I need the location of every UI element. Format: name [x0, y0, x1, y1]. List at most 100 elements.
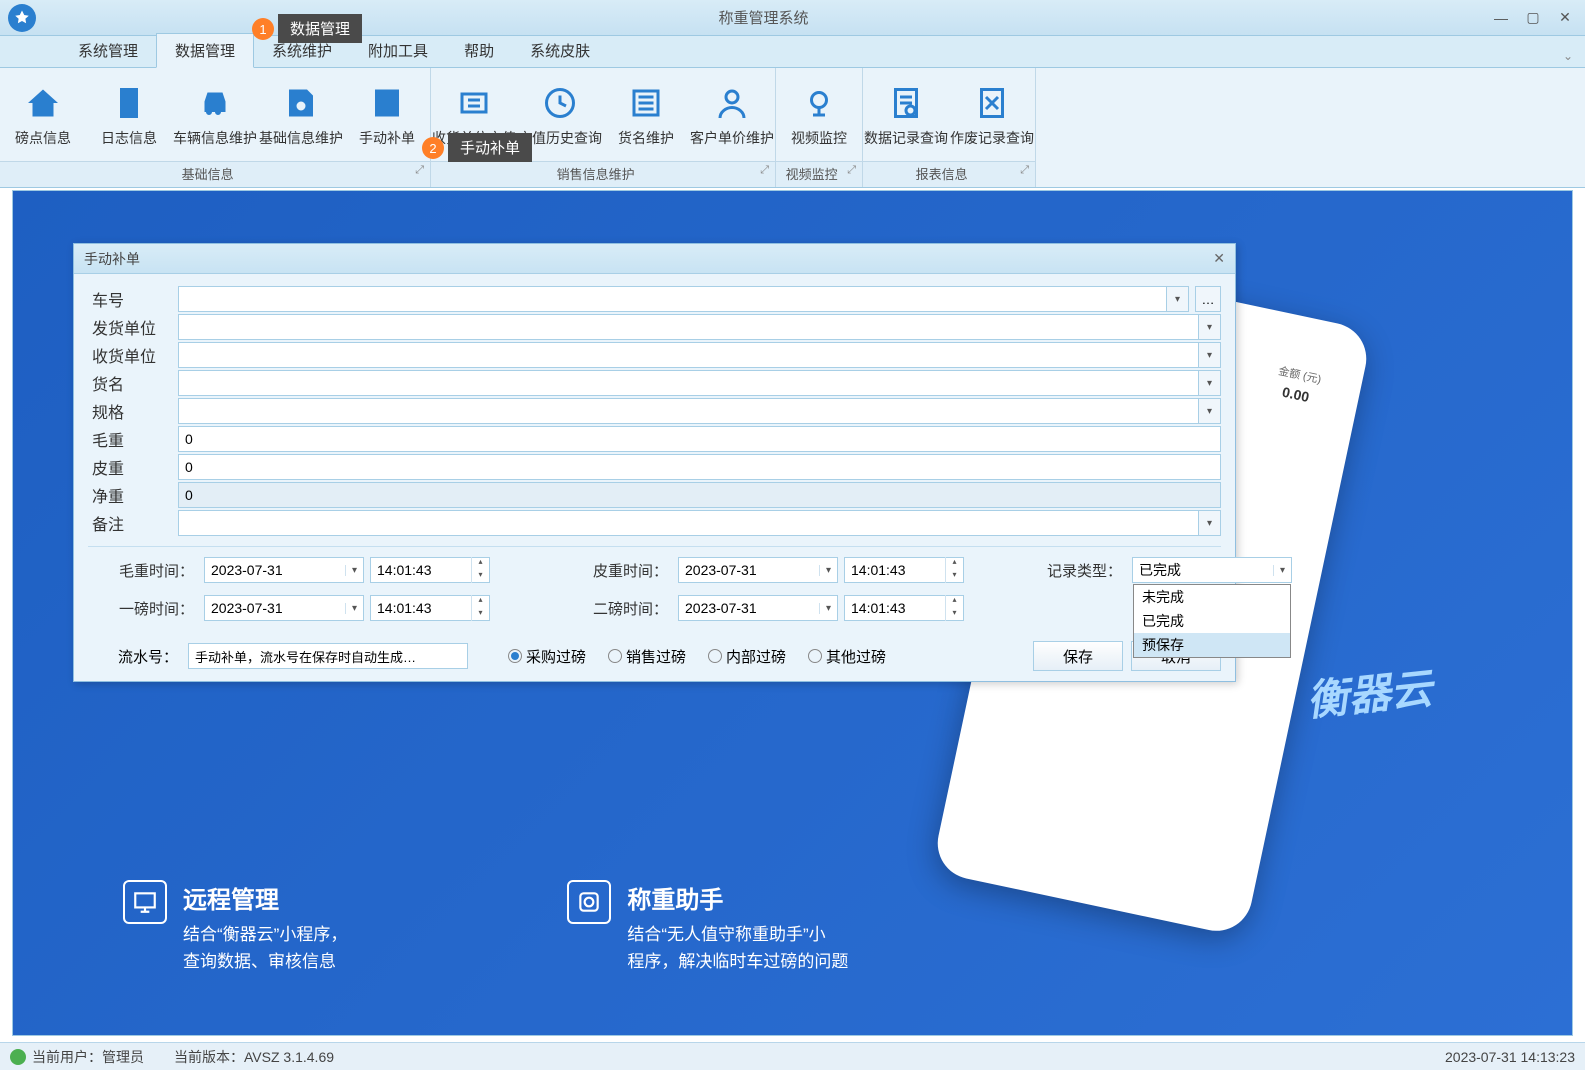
ribbon-group-label: 销售信息维护⤢ [431, 161, 775, 187]
date-tare[interactable]: 2023-07-31▾ [678, 557, 838, 583]
date-first[interactable]: 2023-07-31▾ [204, 595, 364, 621]
ribbon-item-manual-order[interactable]: 手动补单 [344, 68, 430, 161]
input-net [178, 482, 1221, 508]
scale-icon [567, 880, 611, 924]
input-receiver[interactable] [178, 342, 1199, 368]
manual-order-dialog: 手动补单 ✕ 车号▾… 发货单位▾ 收货单位▾ 货名▾ 规格▾ 毛重 皮重 净重… [73, 243, 1236, 682]
time-gross[interactable]: 14:01:43▴▾ [370, 557, 490, 583]
dialog-title-bar[interactable]: 手动补单 ✕ [74, 244, 1235, 274]
menu-tab-skin[interactable]: 系统皮肤 [512, 34, 608, 67]
label-remark: 备注 [88, 511, 178, 535]
promo-assistant: 称重助手结合“无人值守称重助手”小程序，解决临时车过磅的问题 [567, 880, 848, 975]
promo-remote: 远程管理结合“衡器云”小程序，查询数据、审核信息 [123, 880, 347, 975]
input-goods[interactable] [178, 370, 1199, 396]
clipboard-icon [108, 82, 150, 124]
label-serial: 流水号： [88, 646, 178, 667]
ribbon-item-video[interactable]: 视频监控 [776, 68, 862, 161]
time-second[interactable]: 14:01:43▴▾ [844, 595, 964, 621]
radio-other[interactable]: 其他过磅 [808, 646, 886, 667]
edit-icon [366, 82, 408, 124]
truck-brand-text: 衡器云 [1303, 655, 1435, 729]
label-second-time: 二磅时间： [562, 598, 672, 619]
date-gross[interactable]: 2023-07-31▾ [204, 557, 364, 583]
radio-sales[interactable]: 销售过磅 [608, 646, 686, 667]
input-serial[interactable]: 手动补单，流水号在保存时自动生成… [188, 643, 468, 669]
ribbon-collapse-icon[interactable]: ⌄ [1563, 49, 1573, 63]
record-type-option[interactable]: 已完成 [1134, 609, 1290, 633]
label-receiver: 收货单位 [88, 343, 178, 367]
ribbon-item-data-query[interactable]: 数据记录查询 [863, 68, 949, 161]
callout-badge-2: 2 [422, 137, 444, 159]
dialog-title: 手动补单 [84, 249, 140, 269]
dropdown-remark[interactable]: ▾ [1199, 510, 1221, 536]
document-search-icon [280, 82, 322, 124]
input-sender[interactable] [178, 314, 1199, 340]
ribbon-item-vehicle[interactable]: 车辆信息维护 [172, 68, 258, 161]
expand-icon[interactable]: ⤢ [760, 164, 769, 177]
close-window-button[interactable]: ✕ [1553, 8, 1577, 28]
ribbon-item-log[interactable]: 日志信息 [86, 68, 172, 161]
expand-icon[interactable]: ⤢ [847, 164, 856, 177]
status-datetime: 2023-07-31 14:13:23 [1445, 1049, 1575, 1065]
ribbon-group-label: 视频监控⤢ [776, 161, 862, 187]
home-icon [22, 82, 64, 124]
money-icon [453, 82, 495, 124]
ribbon-item-customer-price[interactable]: 客户单价维护 [689, 68, 775, 161]
dropdown-sender[interactable]: ▾ [1199, 314, 1221, 340]
time-first[interactable]: 14:01:43▴▾ [370, 595, 490, 621]
dropdown-spec[interactable]: ▾ [1199, 398, 1221, 424]
label-goods: 货名 [88, 371, 178, 395]
label-gross: 毛重 [88, 427, 178, 451]
menu-bar: 系统管理 数据管理 系统维护 附加工具 帮助 系统皮肤 ⌄ [0, 36, 1585, 68]
promo-section: 远程管理结合“衡器云”小程序，查询数据、审核信息 称重助手结合“无人值守称重助手… [123, 880, 848, 975]
record-type-option[interactable]: 未完成 [1134, 585, 1290, 609]
callout-2: 手动补单 [448, 133, 532, 162]
radio-purchase[interactable]: 采购过磅 [508, 646, 586, 667]
ribbon-item-void-query[interactable]: 作废记录查询 [949, 68, 1035, 161]
expand-icon[interactable]: ⤢ [1020, 164, 1029, 177]
ribbon-item-basic[interactable]: 基础信息维护 [258, 68, 344, 161]
label-sender: 发货单位 [88, 315, 178, 339]
menu-tab-addon[interactable]: 附加工具 [350, 34, 446, 67]
ribbon-group-basic: 磅点信息 日志信息 车辆信息维护 基础信息维护 手动补单 基础信息⤢ [0, 68, 431, 187]
date-second[interactable]: 2023-07-31▾ [678, 595, 838, 621]
input-spec[interactable] [178, 398, 1199, 424]
menu-tab-help[interactable]: 帮助 [446, 34, 512, 67]
report-x-icon [971, 82, 1013, 124]
expand-icon[interactable]: ⤢ [415, 164, 424, 177]
time-tare[interactable]: 14:01:43▴▾ [844, 557, 964, 583]
input-remark[interactable] [178, 510, 1199, 536]
input-plate[interactable] [178, 286, 1167, 312]
weigh-type-radio-group: 采购过磅 销售过磅 内部过磅 其他过磅 [508, 646, 886, 667]
label-record-type: 记录类型： [1036, 560, 1126, 581]
save-button[interactable]: 保存 [1033, 641, 1123, 671]
label-plate: 车号 [88, 287, 178, 311]
input-gross[interactable] [178, 426, 1221, 452]
list-icon [625, 82, 667, 124]
select-record-type[interactable]: 已完成▾ 未完成 已完成 预保存 [1132, 557, 1292, 583]
dropdown-goods[interactable]: ▾ [1199, 370, 1221, 396]
radio-internal[interactable]: 内部过磅 [708, 646, 786, 667]
label-first-time: 一磅时间： [88, 598, 198, 619]
monitor-icon [123, 880, 167, 924]
input-tare[interactable] [178, 454, 1221, 480]
dropdown-receiver[interactable]: ▾ [1199, 342, 1221, 368]
ribbon-group-sales: 收货单位充值 充值历史查询 货名维护 客户单价维护 销售信息维护⤢ [431, 68, 776, 187]
dialog-close-button[interactable]: ✕ [1213, 250, 1225, 267]
record-type-option[interactable]: 预保存 [1134, 633, 1290, 657]
menu-tab-data[interactable]: 数据管理 [156, 33, 254, 68]
menu-tab-system[interactable]: 系统管理 [60, 34, 156, 67]
ribbon-item-goods[interactable]: 货名维护 [603, 68, 689, 161]
user-status-icon [10, 1049, 26, 1065]
dropdown-plate[interactable]: ▾ [1167, 286, 1189, 312]
user-icon [711, 82, 753, 124]
minimize-button[interactable]: — [1489, 8, 1513, 28]
ribbon-group-label: 基础信息⤢ [0, 161, 430, 187]
status-version: 当前版本：AVSZ 3.1.4.69 [174, 1047, 334, 1067]
stat-amount: 金额 (元)0.00 [1260, 362, 1323, 469]
maximize-button[interactable]: ▢ [1521, 8, 1545, 28]
ribbon-item-scale-info[interactable]: 磅点信息 [0, 68, 86, 161]
report-search-icon [885, 82, 927, 124]
browse-plate-button[interactable]: … [1195, 286, 1221, 312]
ribbon-group-video: 视频监控 视频监控⤢ [776, 68, 863, 187]
